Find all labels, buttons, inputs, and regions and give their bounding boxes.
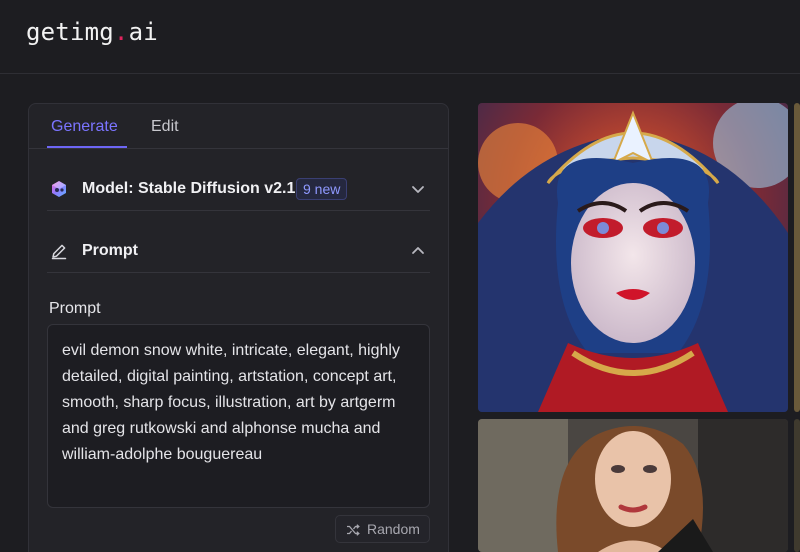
pencil-icon — [51, 244, 67, 260]
generated-image-portrait-2[interactable] — [478, 419, 788, 552]
prompt-section-header[interactable]: Prompt — [47, 229, 430, 273]
random-button-label: Random — [367, 521, 420, 537]
generated-image-portrait-1[interactable] — [478, 103, 788, 412]
logo-suffix: ai — [128, 18, 158, 46]
logo[interactable]: getimg.ai — [26, 18, 158, 46]
top-bar: getimg.ai — [0, 0, 800, 74]
model-selector[interactable]: Model: Stable Diffusion v2.1 9 new — [47, 167, 430, 211]
tab-edit[interactable]: Edit — [151, 118, 179, 136]
logo-dot: . — [113, 18, 129, 46]
model-label: Model: Stable Diffusion v2.1 — [82, 180, 296, 197]
photo-portrait — [478, 419, 788, 552]
prompt-label: Prompt — [49, 300, 101, 317]
model-cube-icon — [52, 181, 66, 197]
chevron-up-icon — [412, 247, 424, 254]
prompt-textarea[interactable]: evil demon snow white, intricate, elegan… — [47, 324, 430, 508]
portrait-illustration — [478, 103, 788, 412]
shuffle-icon — [347, 524, 360, 536]
tab-generate[interactable]: Generate — [51, 118, 118, 136]
random-prompt-button[interactable]: Random — [335, 515, 430, 543]
new-models-badge: 9 new — [296, 178, 348, 200]
prompt-section-title: Prompt — [82, 242, 138, 259]
tab-bar: Generate Edit — [29, 104, 448, 149]
generated-image-next-column-top[interactable] — [794, 103, 800, 412]
generated-image-next-column-bottom[interactable] — [794, 419, 800, 552]
active-tab-indicator — [47, 146, 127, 148]
generate-panel: Generate Edit Model: Stable Diffusion v2… — [28, 103, 449, 552]
chevron-down-icon — [412, 186, 424, 193]
logo-text: getimg — [26, 18, 114, 46]
